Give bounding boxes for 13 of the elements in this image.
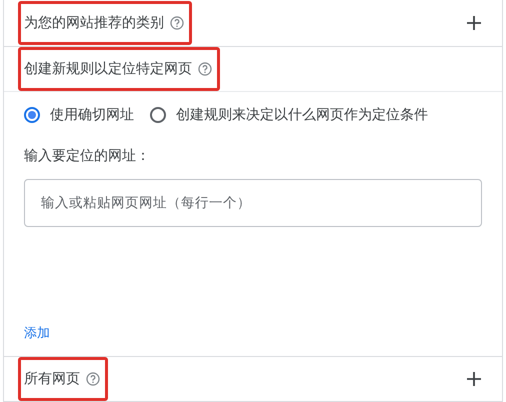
section-title: 所有网页 xyxy=(24,370,80,388)
add-link[interactable]: 添加 xyxy=(24,324,50,342)
radio-option[interactable]: 使用确切网址 xyxy=(24,106,134,124)
section-title: 创建新规则以定位特定网页 xyxy=(24,60,192,78)
field-label: 输入要定位的网址： xyxy=(24,147,151,165)
expand-button[interactable] xyxy=(464,13,484,33)
help-icon[interactable] xyxy=(170,16,184,30)
help-icon[interactable] xyxy=(86,372,100,386)
expand-button[interactable] xyxy=(464,369,484,389)
section-title: 为您的网站推荐的类别 xyxy=(24,14,164,32)
url-input-field[interactable]: 输入或粘贴网页网址（每行一个） xyxy=(24,179,482,227)
radio-option[interactable]: 创建规则来决定以什么网页作为定位条件 xyxy=(150,106,428,124)
help-icon[interactable] xyxy=(198,62,212,76)
